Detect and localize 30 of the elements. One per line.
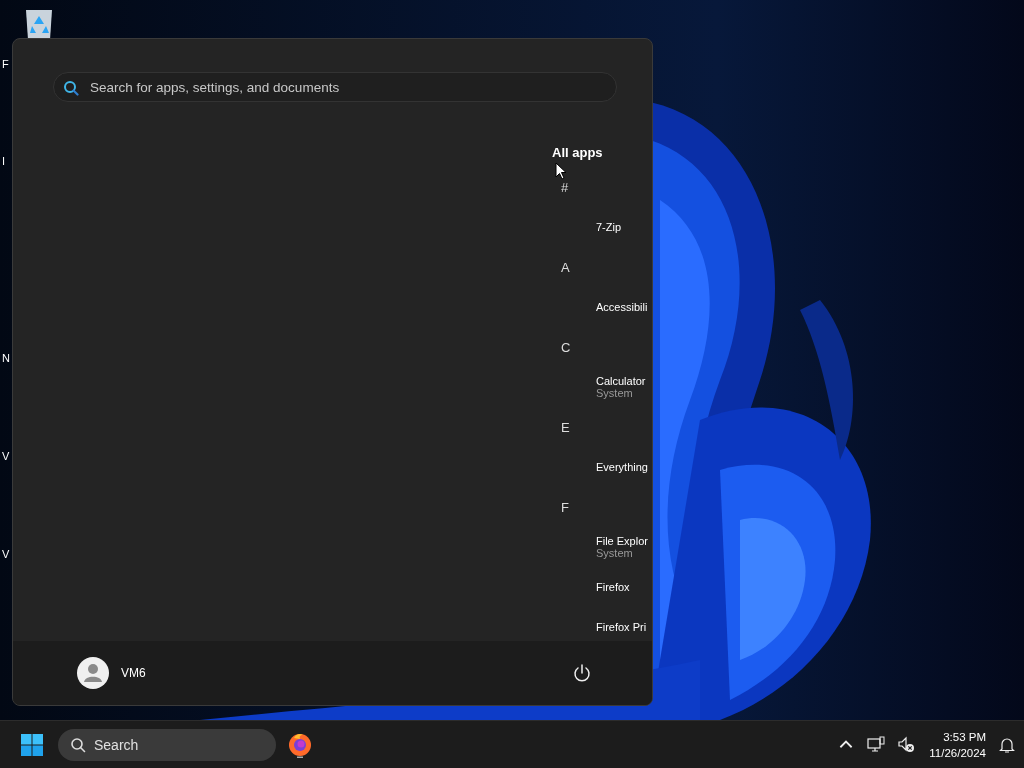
app-item[interactable]: Firefox Pri [552,607,647,641]
notification-bell-icon[interactable] [998,735,1016,754]
all-apps-heading[interactable]: All apps [552,145,603,167]
desktop-icon-label[interactable]: V [2,450,10,462]
app-item[interactable]: File Explor System [552,527,648,567]
app-item[interactable]: Everything [552,447,648,487]
app-item[interactable]: Calculator System [552,367,646,407]
desktop-icon-label[interactable]: I [2,155,6,167]
desktop-icon-label[interactable]: F [2,58,9,70]
app-item[interactable]: Accessibili [552,287,648,327]
group-letter[interactable]: C [561,339,571,355]
group-letter[interactable]: # [561,179,569,195]
search-field[interactable]: Search for apps, settings, and documents [53,72,617,102]
mouse-cursor-icon [555,162,567,180]
user-button[interactable]: VM6 [77,657,146,689]
clock[interactable]: 3:53 PM 11/26/2024 [929,728,986,761]
windows-logo-icon[interactable] [20,732,44,757]
power-icon[interactable] [572,663,592,683]
taskbar-search-field[interactable]: Search [58,728,276,761]
app-item[interactable]: Firefox [552,567,630,607]
desktop-icon-label[interactable]: N [2,352,10,364]
group-letter[interactable]: E [561,419,570,435]
firefox-icon[interactable] [288,731,312,758]
speaker-muted-icon[interactable] [897,735,916,754]
avatar-icon [77,657,109,689]
group-letter[interactable]: A [561,259,570,275]
app-item[interactable]: 7-Zip [552,207,622,247]
desktop-icon-label[interactable]: V [2,548,10,560]
group-letter[interactable]: F [561,499,569,515]
network-icon[interactable] [867,735,886,754]
